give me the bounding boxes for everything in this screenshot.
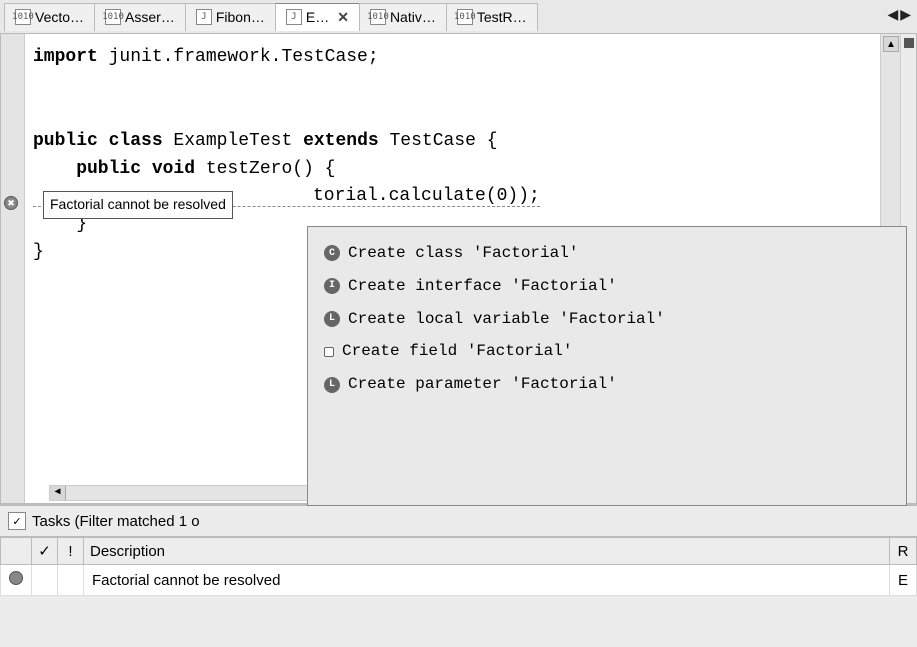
tab-label: E… xyxy=(306,9,329,25)
quickfix-create-field[interactable]: Create field 'Factorial' xyxy=(320,335,894,368)
tab-scroll-buttons: ◀ ▶ xyxy=(887,6,911,23)
code-text: TestCase { xyxy=(379,131,498,151)
class-icon: C xyxy=(324,245,340,261)
scroll-up-icon[interactable]: ▲ xyxy=(883,36,899,52)
tab-testr[interactable]: 1010 TestR… xyxy=(446,3,538,31)
tasks-view-header[interactable]: ✓ Tasks (Filter matched 1 o xyxy=(0,504,917,537)
col-description[interactable]: Description xyxy=(84,538,890,565)
quickfix-label: Create class 'Factorial' xyxy=(348,241,578,266)
keyword-extends: extends xyxy=(303,131,379,151)
keyword-public-void: public void xyxy=(33,159,195,179)
java-file-icon: J xyxy=(196,9,212,25)
task-resource: E xyxy=(889,565,916,596)
error-icon xyxy=(9,571,23,585)
tab-nativ[interactable]: 1010 Nativ… xyxy=(359,3,447,31)
editor-area: ✖ import junit.framework.TestCase; publi… xyxy=(0,34,917,504)
tasks-table: ✓ ! Description R Factorial cannot be re… xyxy=(0,537,917,596)
tasks-table-header: ✓ ! Description R xyxy=(1,538,917,565)
task-description: Factorial cannot be resolved xyxy=(84,565,890,596)
local-var-icon: L xyxy=(324,311,340,327)
scroll-left-icon[interactable]: ◀ xyxy=(50,486,66,500)
quickfix-create-local-var[interactable]: L Create local variable 'Factorial' xyxy=(320,303,894,336)
code-text: junit.framework.TestCase; xyxy=(98,47,379,67)
code-text: testZero() { xyxy=(195,159,335,179)
quickfix-label: Create interface 'Factorial' xyxy=(348,274,617,299)
overview-error-mark[interactable] xyxy=(904,38,914,48)
code-text: ExampleTest xyxy=(163,131,303,151)
quickfix-label: Create local variable 'Factorial' xyxy=(348,307,665,332)
tab-label: Vecto… xyxy=(35,9,84,25)
binary-file-icon: 1010 xyxy=(15,9,31,25)
tab-label: Asser… xyxy=(125,9,175,25)
tab-vecto[interactable]: 1010 Vecto… xyxy=(4,3,95,31)
keyword-public-class: public class xyxy=(33,131,163,151)
interface-icon: I xyxy=(324,278,340,294)
tasks-title: Tasks (Filter matched 1 o xyxy=(32,513,200,530)
field-icon xyxy=(324,347,334,357)
tab-label: Nativ… xyxy=(390,9,436,25)
quickfix-popup: C Create class 'Factorial' I Create inte… xyxy=(307,226,907,506)
editor-gutter[interactable]: ✖ xyxy=(1,34,25,503)
col-resource[interactable]: R xyxy=(889,538,916,565)
tab-scroll-left-icon[interactable]: ◀ xyxy=(887,6,898,23)
error-marker-icon[interactable]: ✖ xyxy=(4,196,18,210)
tab-exampletest[interactable]: J E… ✕ xyxy=(275,3,360,31)
keyword-import: import xyxy=(33,47,98,67)
quickfix-create-parameter[interactable]: L Create parameter 'Factorial' xyxy=(320,368,894,401)
col-completed[interactable]: ✓ xyxy=(32,538,58,565)
quickfix-label: Create parameter 'Factorial' xyxy=(348,372,617,397)
table-row[interactable]: Factorial cannot be resolved E xyxy=(1,565,917,596)
task-priority-cell xyxy=(58,565,84,596)
java-file-icon: J xyxy=(286,9,302,25)
code-editor[interactable]: import junit.framework.TestCase; public … xyxy=(25,34,880,503)
quickfix-create-interface[interactable]: I Create interface 'Factorial' xyxy=(320,270,894,303)
quickfix-create-class[interactable]: C Create class 'Factorial' xyxy=(320,237,894,270)
editor-tab-bar: 1010 Vecto… 1010 Asser… J Fibon… J E… ✕ … xyxy=(0,0,917,34)
binary-file-icon: 1010 xyxy=(457,9,473,25)
tab-label: TestR… xyxy=(477,9,527,25)
binary-file-icon: 1010 xyxy=(370,9,386,25)
close-icon[interactable]: ✕ xyxy=(337,9,349,26)
tasks-view-icon: ✓ xyxy=(8,512,26,530)
quickfix-label: Create field 'Factorial' xyxy=(342,339,572,364)
col-icon[interactable] xyxy=(1,538,32,565)
tab-fibon[interactable]: J Fibon… xyxy=(185,3,276,31)
col-priority[interactable]: ! xyxy=(58,538,84,565)
tab-asser[interactable]: 1010 Asser… xyxy=(94,3,186,31)
error-tooltip: Factorial cannot be resolved xyxy=(43,191,233,219)
tab-label: Fibon… xyxy=(216,9,265,25)
binary-file-icon: 1010 xyxy=(105,9,121,25)
task-completed-cell xyxy=(32,565,58,596)
parameter-icon: L xyxy=(324,377,340,393)
tab-scroll-right-icon[interactable]: ▶ xyxy=(900,6,911,23)
